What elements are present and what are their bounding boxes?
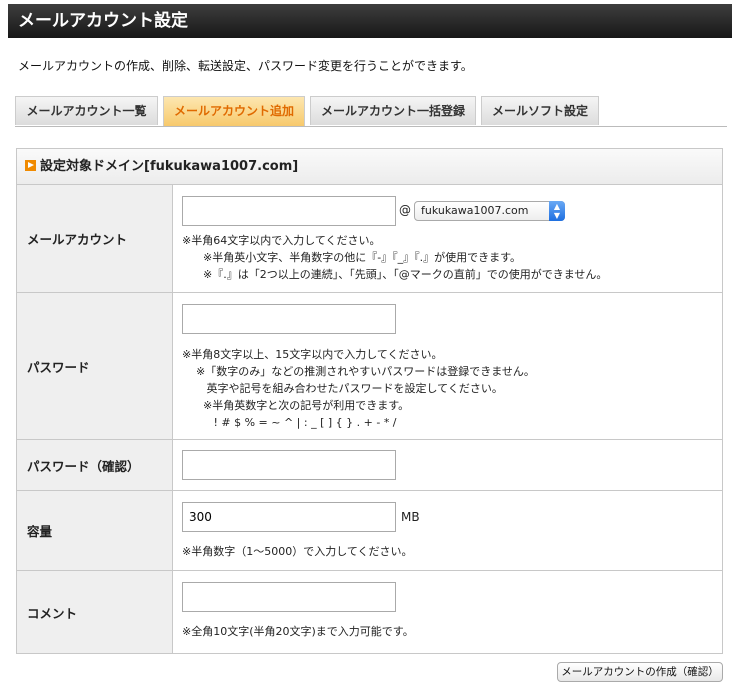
capacity-input[interactable] xyxy=(182,502,396,532)
password-input[interactable] xyxy=(182,304,396,334)
comment-note: ※全角10文字(半角20文字)まで入力可能です。 xyxy=(182,625,414,638)
comment-input[interactable] xyxy=(182,582,396,612)
at-sign: @ xyxy=(399,203,411,217)
arrow-icon xyxy=(25,160,36,171)
page-header: メールアカウント設定 xyxy=(8,4,732,38)
capacity-row: 容量 MB ※半角数字（1〜5000）で入力してください。 xyxy=(17,491,722,571)
tab-account-list[interactable]: メールアカウント一覧 xyxy=(15,96,158,125)
account-label: メールアカウント xyxy=(17,185,173,292)
chevron-updown-icon: ▲ ▼ xyxy=(549,201,565,221)
account-form: 設定対象ドメイン[fukukawa1007.com] メールアカウント @ fu… xyxy=(16,148,723,654)
password-note: ※半角8文字以上、15文字以内で入力してください。 ※「数字のみ」などの推測され… xyxy=(182,348,535,429)
password-label: パスワード xyxy=(17,293,173,439)
account-note: ※半角64文字以内で入力してください。 ※半角英小文字、半角数字の他に『-』『_… xyxy=(182,234,608,281)
tab-bar: メールアカウント一覧 メールアカウント追加 メールアカウント一括登録 メールソフ… xyxy=(15,96,727,127)
capacity-note: ※半角数字（1〜5000）で入力してください。 xyxy=(182,545,413,558)
capacity-label: 容量 xyxy=(17,491,173,570)
create-account-button[interactable]: メールアカウントの作成（確認） xyxy=(557,662,723,682)
page-description: メールアカウントの作成、削除、転送設定、パスワード変更を行うことができます。 xyxy=(18,59,473,73)
comment-row: コメント ※全角10文字(半角20文字)まで入力可能です。 xyxy=(17,571,722,653)
domain-select[interactable]: fukukawa1007.com ▲ ▼ xyxy=(414,201,565,221)
form-heading: 設定対象ドメイン[fukukawa1007.com] xyxy=(17,149,722,185)
tab-mail-software[interactable]: メールソフト設定 xyxy=(481,96,599,125)
tab-account-add[interactable]: メールアカウント追加 xyxy=(163,96,305,126)
capacity-unit: MB xyxy=(401,510,420,524)
password-confirm-label: パスワード（確認） xyxy=(17,440,173,490)
tab-bulk-register[interactable]: メールアカウント一括登録 xyxy=(310,96,476,125)
password-confirm-row: パスワード（確認） xyxy=(17,440,722,491)
account-input[interactable] xyxy=(182,196,396,226)
comment-label: コメント xyxy=(17,571,173,653)
password-confirm-input[interactable] xyxy=(182,450,396,480)
domain-heading: 設定対象ドメイン[fukukawa1007.com] xyxy=(40,159,299,174)
account-row: メールアカウント @ fukukawa1007.com ▲ ▼ ※半角64文字以内… xyxy=(17,185,722,293)
domain-select-value: fukukawa1007.com xyxy=(421,204,529,217)
password-row: パスワード ※半角8文字以上、15文字以内で入力してください。 ※「数字のみ」な… xyxy=(17,293,722,440)
